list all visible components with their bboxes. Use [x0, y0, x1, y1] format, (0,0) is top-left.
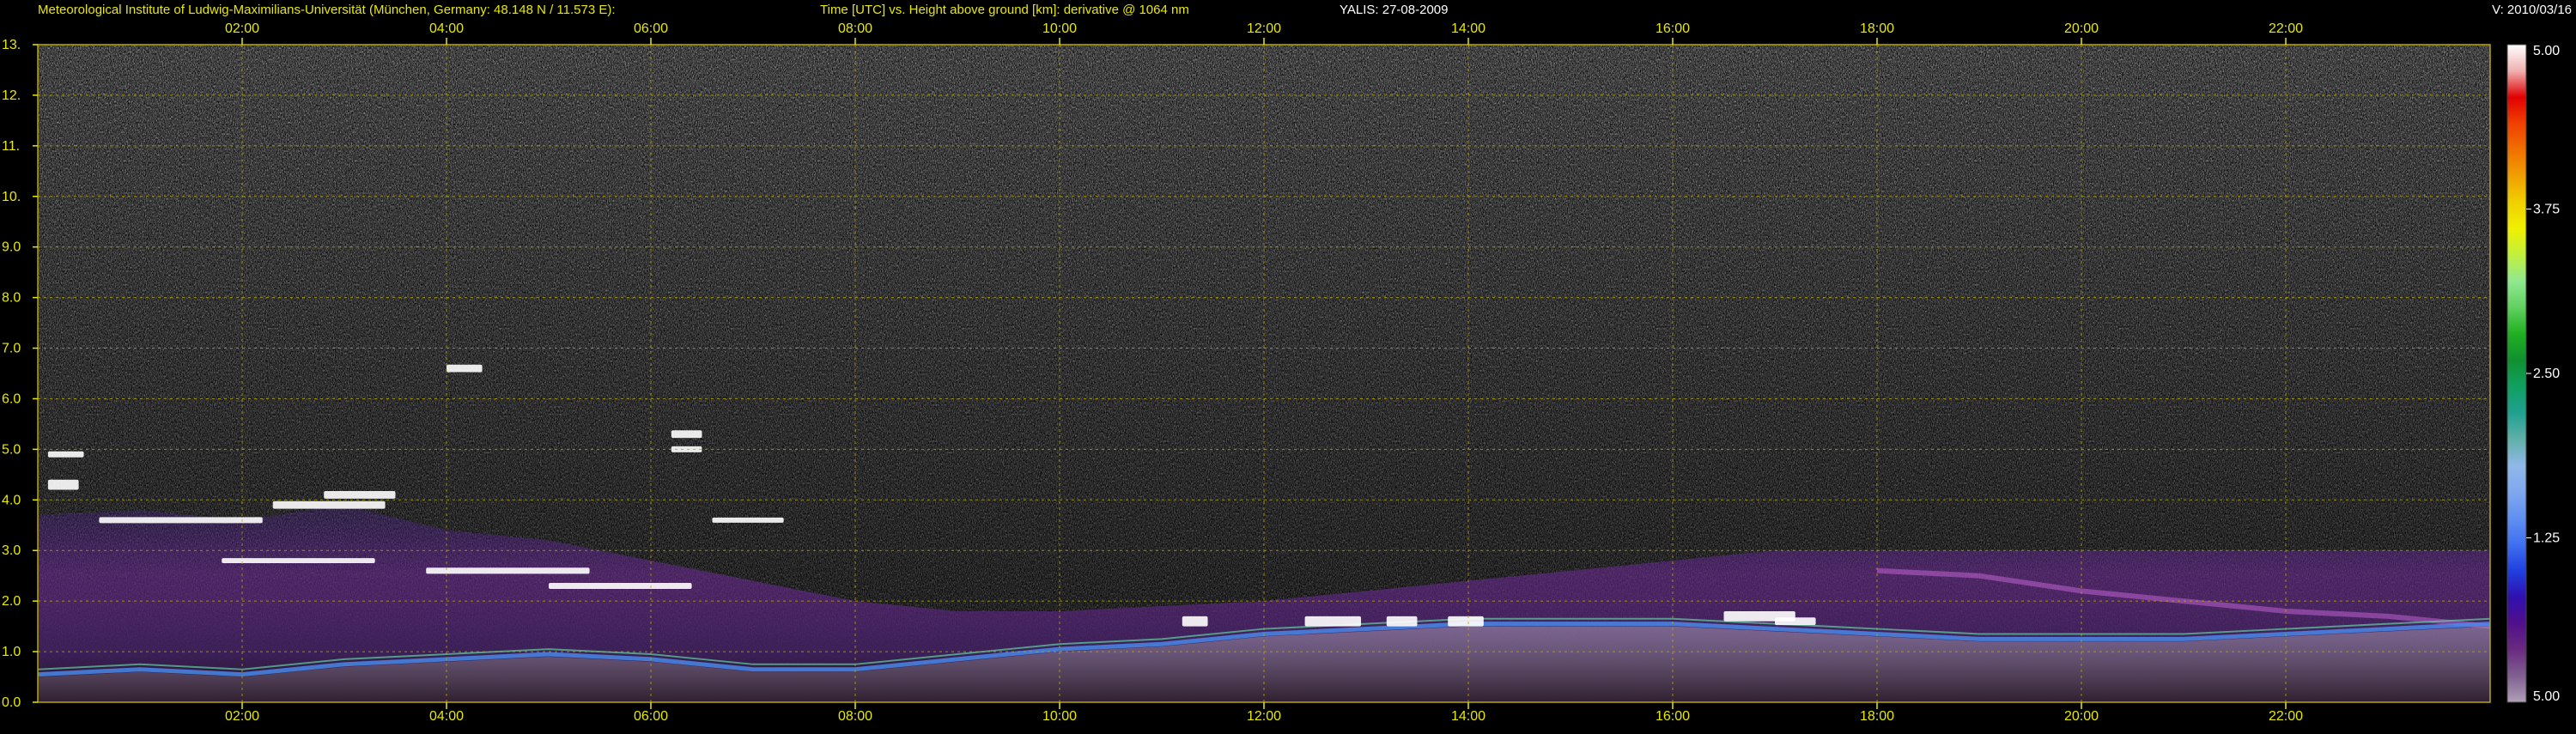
x-tick-label-top: 12:00	[1247, 21, 1281, 36]
cloud-feature	[447, 364, 483, 373]
colorbar-label: 1.25	[2533, 531, 2560, 546]
x-tick-label-bottom: 06:00	[634, 709, 668, 724]
cloud-feature	[1775, 617, 1816, 626]
cloud-feature	[549, 582, 692, 590]
x-tick-label-top: 16:00	[1656, 21, 1690, 36]
y-tick-label: 0.0	[2, 695, 21, 710]
colorbar: 5.00 1.25 2.50 3.75 5.00	[2506, 44, 2560, 704]
x-tick-label-bottom: 10:00	[1042, 709, 1077, 724]
y-tick-label: 10.	[2, 190, 21, 204]
plot-area	[38, 45, 2490, 702]
header-instrument-date: YALIS: 27-08-2009	[1340, 3, 1448, 17]
x-tick-label-top: 18:00	[1860, 21, 1894, 36]
colorbar-bar	[2506, 44, 2527, 703]
x-tick-label-bottom: 08:00	[838, 709, 872, 724]
cloud-feature	[272, 500, 386, 509]
x-tick-label-bottom: 22:00	[2269, 709, 2303, 724]
x-tick-label-top: 02:00	[225, 21, 259, 36]
x-tick-label-bottom: 02:00	[225, 709, 259, 724]
colorbar-label: 5.00	[2533, 44, 2560, 58]
x-tick-label-top: 04:00	[429, 21, 464, 36]
x-tick-label-top: 10:00	[1042, 21, 1077, 36]
cloud-feature	[99, 517, 263, 524]
cloud-feature	[222, 558, 375, 563]
colorbar-label: 3.75	[2533, 203, 2560, 217]
x-tick-label-bottom: 12:00	[1247, 709, 1281, 724]
x-axis-bottom: 02:00 04:00 06:00 08:00 10:00 12:00 14:00 16:00…	[225, 702, 2303, 724]
chart-svg: Meteorological Institute of Ludwig-Maxim…	[2, 3, 2572, 724]
x-tick-label-bottom: 04:00	[429, 709, 464, 724]
x-tick-label-top: 08:00	[838, 21, 872, 36]
y-tick-label: 9.0	[2, 240, 21, 255]
cloud-feature	[1182, 616, 1208, 627]
cloud-feature	[671, 430, 702, 439]
cloud-feature	[1386, 616, 1418, 627]
x-axis-top: 02:00 04:00 06:00 08:00 10:00 12:00 14:00 16:00…	[225, 21, 2303, 45]
header-description: Time [UTC] vs. Height above ground [km]:…	[820, 3, 1189, 17]
y-tick-label: 12.	[2, 88, 21, 103]
x-tick-label-top: 20:00	[2064, 21, 2099, 36]
y-tick-label: 6.0	[2, 391, 21, 406]
colorbar-label: 5.00	[2533, 689, 2560, 704]
y-tick-label: 2.0	[2, 594, 21, 609]
cloud-feature	[1448, 616, 1484, 627]
x-tick-label-bottom: 14:00	[1451, 709, 1485, 724]
y-axis: 0.0 1.0 2.0 3.0 4.0 5.0 6.0 7.0 8.0 9.0 10. 11. 12. 1…	[2, 38, 38, 710]
x-tick-label-top: 06:00	[634, 21, 668, 36]
y-tick-label: 11.	[2, 139, 20, 154]
cloud-feature	[47, 479, 79, 490]
cloud-feature	[47, 451, 84, 458]
x-tick-label-top: 14:00	[1451, 21, 1485, 36]
colorbar-label: 2.50	[2533, 367, 2560, 381]
x-tick-label-bottom: 20:00	[2064, 709, 2099, 724]
y-tick-label: 4.0	[2, 493, 21, 507]
colorbar-labels: 5.00 1.25 2.50 3.75 5.00	[2526, 44, 2560, 704]
y-tick-label: 13.	[2, 38, 21, 52]
x-tick-label-bottom: 18:00	[1860, 709, 1894, 724]
y-tick-label: 3.0	[2, 543, 21, 558]
cloud-feature	[712, 517, 784, 523]
header-institute: Meteorological Institute of Ludwig-Maxim…	[38, 3, 616, 17]
y-tick-label: 1.0	[2, 645, 21, 659]
cloud-feature	[324, 490, 396, 499]
x-tick-label-bottom: 16:00	[1656, 709, 1690, 724]
cloud-feature	[426, 567, 590, 574]
x-tick-label-top: 22:00	[2269, 21, 2303, 36]
header-version: V: 2010/03/16	[2492, 3, 2572, 17]
cloud-feature	[1304, 616, 1362, 627]
lidar-chart: Meteorological Institute of Ludwig-Maxim…	[0, 0, 2576, 730]
y-tick-label: 7.0	[2, 342, 21, 356]
y-tick-label: 8.0	[2, 291, 21, 306]
y-tick-label: 5.0	[2, 442, 21, 457]
